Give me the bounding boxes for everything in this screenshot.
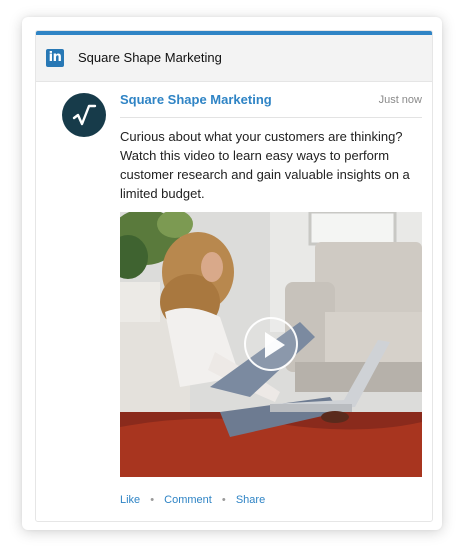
comment-button[interactable]: Comment [164,494,212,506]
linkedin-icon: in [46,49,64,67]
video-thumbnail[interactable] [120,212,422,477]
action-bar: Like • Comment • Share [120,494,265,506]
separator: • [221,494,226,506]
post-text: Curious about what your customers are th… [120,129,410,201]
post-card: in Square Shape Marketing Square Shape M… [22,17,442,530]
avatar[interactable] [62,93,106,137]
share-button[interactable]: Share [236,494,265,506]
square-root-logo-icon [72,104,97,126]
like-button[interactable]: Like [120,494,140,506]
page-title: Square Shape Marketing [78,50,222,65]
header-bar: in Square Shape Marketing [36,35,432,82]
play-icon[interactable] [244,317,298,371]
separator: • [150,494,155,506]
post-frame: in Square Shape Marketing Square Shape M… [35,30,433,522]
divider [120,117,422,118]
author-name[interactable]: Square Shape Marketing [120,92,272,107]
timestamp: Just now [378,94,422,106]
